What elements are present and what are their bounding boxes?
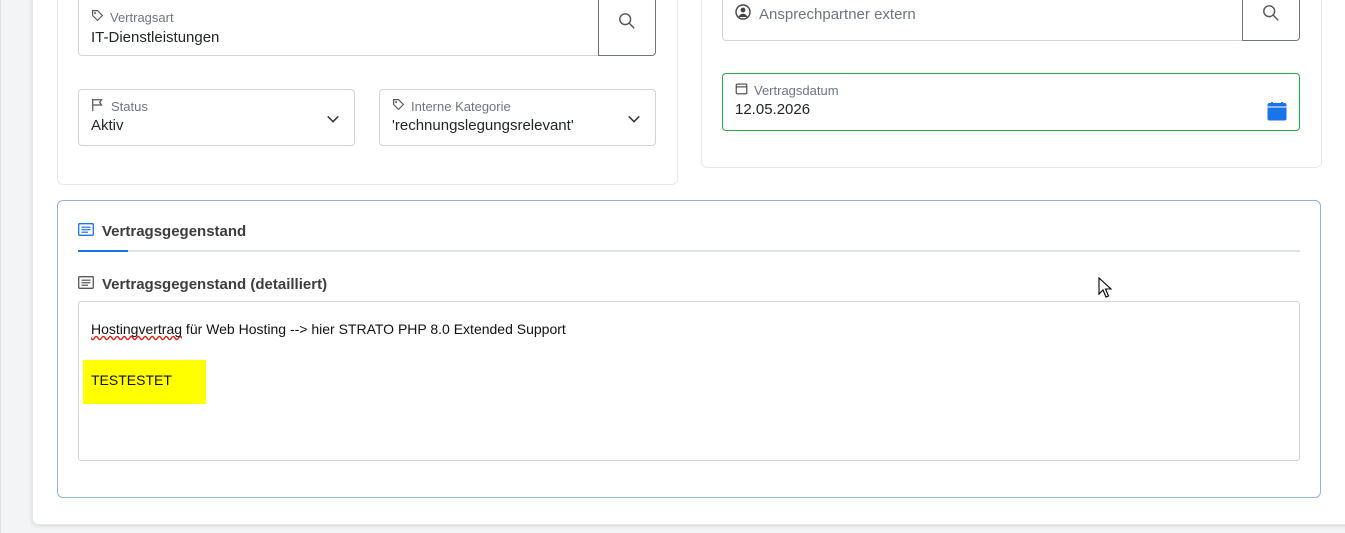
tab-active-indicator: [78, 250, 128, 252]
vertragsdatum-field[interactable]: Vertragsdatum 12.05.2026: [722, 73, 1300, 131]
vertragsgegenstand-card: Vertragsgegenstand Vertragsgegenstand (d…: [57, 200, 1321, 498]
interne-kategorie-select[interactable]: Interne Kategorie 'rechnungslegungsrelev…: [379, 89, 656, 146]
document-icon: [78, 223, 94, 240]
vertragsart-value: IT-Dienstleistungen: [91, 29, 220, 46]
editor-line-rest: für Web Hosting --> hier STRATO PHP 8.0 …: [182, 321, 566, 337]
section-title-text: Vertragsgegenstand (detailliert): [102, 276, 328, 293]
search-icon: [1262, 4, 1280, 27]
vertragsart-search-button[interactable]: [598, 0, 656, 56]
editor-line: Hostingvertrag für Web Hosting --> hier …: [91, 321, 566, 337]
ansprechpartner-extern-field[interactable]: Ansprechpartner extern: [722, 0, 1244, 41]
left-border: [0, 0, 1, 533]
misspelled-word: Hostingvertrag: [91, 321, 183, 337]
document-icon: [78, 276, 94, 293]
ansprechpartner-placeholder: Ansprechpartner extern: [759, 6, 916, 23]
vertragsart-label-wrap: Vertragsart: [91, 9, 174, 25]
chevron-down-icon: [326, 112, 340, 131]
calendar-icon: [735, 82, 748, 98]
ansprechpartner-wrap: Ansprechpartner extern: [735, 4, 916, 25]
mouse-cursor-icon: [1098, 276, 1113, 303]
status-label-wrap: Status: [91, 98, 148, 115]
tab-vertragsgegenstand[interactable]: Vertragsgegenstand: [78, 223, 246, 240]
vertragsgegenstand-editor[interactable]: Hostingvertrag für Web Hosting --> hier …: [78, 301, 1300, 461]
calendar-picker-icon[interactable]: [1267, 102, 1287, 126]
tag-icon: [91, 9, 104, 25]
tab-divider: [78, 250, 1300, 252]
status-label: Status: [111, 99, 148, 114]
vertragsart-field[interactable]: Vertragsart IT-Dienstleistungen: [78, 0, 600, 56]
vertragsdatum-label: Vertragsdatum: [754, 82, 839, 98]
chevron-down-icon: [627, 112, 641, 131]
interne-kategorie-label-wrap: Interne Kategorie: [392, 98, 511, 114]
tag-icon: [392, 98, 405, 114]
interne-kategorie-value: 'rechnungslegungsrelevant': [392, 117, 574, 134]
vertragsart-label: Vertragsart: [110, 9, 174, 25]
section-title: Vertragsgegenstand (detailliert): [78, 276, 327, 293]
status-select[interactable]: Status Aktiv: [78, 89, 355, 146]
vertragsdatum-value: 12.05.2026: [735, 101, 811, 118]
tab-label: Vertragsgegenstand: [102, 223, 247, 240]
highlighted-text-block: TESTESTET: [83, 360, 206, 404]
vertragsdatum-label-wrap: Vertragsdatum: [735, 82, 839, 98]
status-value: Aktiv: [91, 117, 124, 134]
ansprechpartner-search-button[interactable]: [1242, 0, 1300, 41]
search-icon: [618, 12, 636, 35]
user-circle-icon: [735, 4, 751, 25]
flag-icon: [91, 98, 105, 115]
interne-kategorie-label: Interne Kategorie: [411, 98, 511, 114]
highlighted-text: TESTESTET: [91, 372, 172, 388]
